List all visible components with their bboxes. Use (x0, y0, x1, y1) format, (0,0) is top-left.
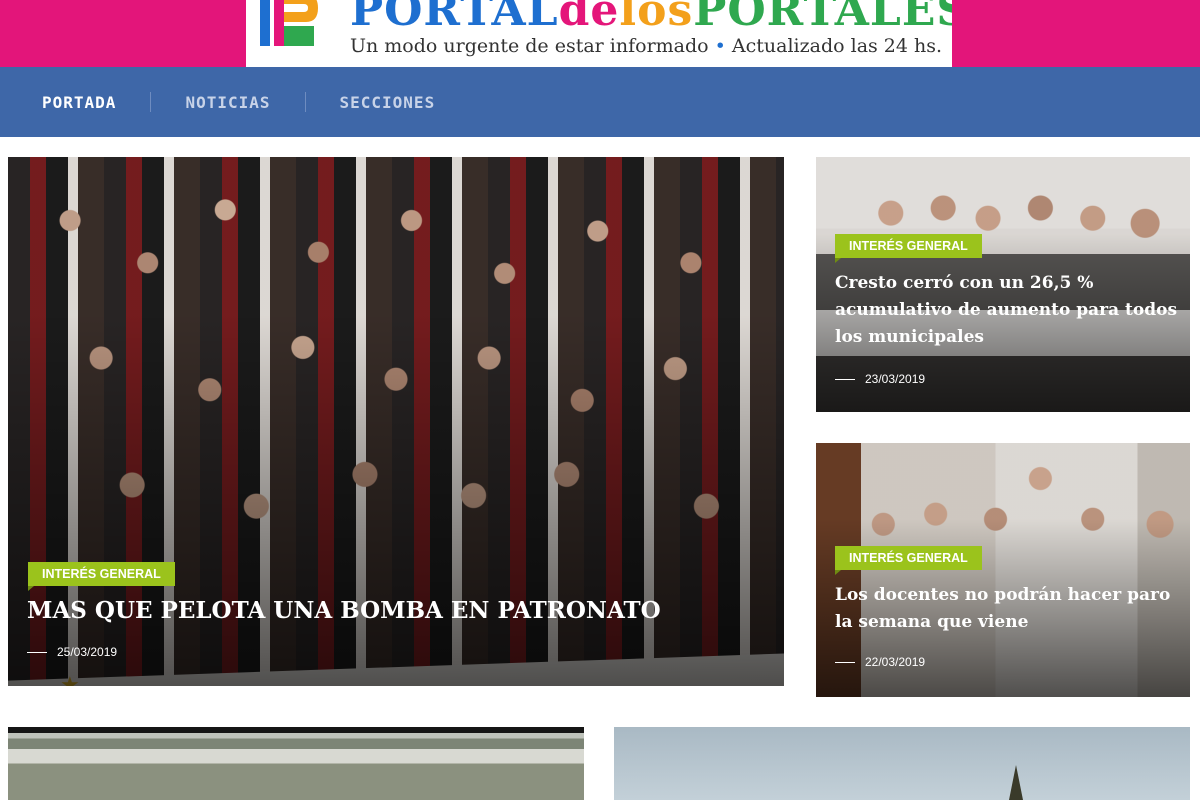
category-badge[interactable]: INTERÉS GENERAL (835, 234, 982, 263)
nav-item-secciones[interactable]: SECCIONES (340, 93, 436, 112)
side-article-card[interactable]: INTERÉS GENERAL Los docentes no podrán h… (816, 443, 1190, 697)
article-title[interactable]: MAS QUE PELOTA UNA BOMBA EN PATRONATO (27, 597, 767, 624)
article-date: 23/03/2019 (835, 372, 925, 386)
featured-article-card[interactable]: LO DE ★★ ★ ★ INTERÉS GENERAL MAS QUE PEL… (8, 157, 784, 686)
article-card[interactable] (614, 727, 1190, 800)
nav-divider (304, 92, 306, 112)
site-logo[interactable]: PORTALdelosPORTALES Un modo urgente de e… (246, 0, 952, 67)
site-title: PORTALdelosPORTALES (350, 0, 952, 36)
nav-item-portada[interactable]: PORTADA (42, 93, 116, 112)
article-title[interactable]: Cresto cerró con un 26,5 % acumulativo d… (835, 270, 1185, 351)
category-badge[interactable]: INTERÉS GENERAL (835, 546, 982, 575)
article-date: 22/03/2019 (835, 655, 925, 669)
header-banner: PORTALdelosPORTALES Un modo urgente de e… (0, 0, 1200, 67)
article-date: 25/03/2019 (27, 645, 117, 659)
article-image (8, 727, 584, 800)
category-badge[interactable]: INTERÉS GENERAL (28, 562, 175, 591)
article-card[interactable] (8, 727, 584, 800)
nav-item-noticias[interactable]: NOTICIAS (185, 93, 270, 112)
portal-logo-icon (260, 0, 318, 46)
article-title[interactable]: Los docentes no podrán hacer paro la sem… (835, 582, 1185, 636)
main-nav: PORTADA NOTICIAS SECCIONES (0, 67, 1200, 137)
article-image (614, 727, 1190, 800)
site-tagline: Un modo urgente de estar informado • Act… (350, 35, 943, 57)
side-article-card[interactable]: INTERÉS GENERAL Cresto cerró con un 26,5… (816, 157, 1190, 412)
nav-divider (150, 92, 152, 112)
